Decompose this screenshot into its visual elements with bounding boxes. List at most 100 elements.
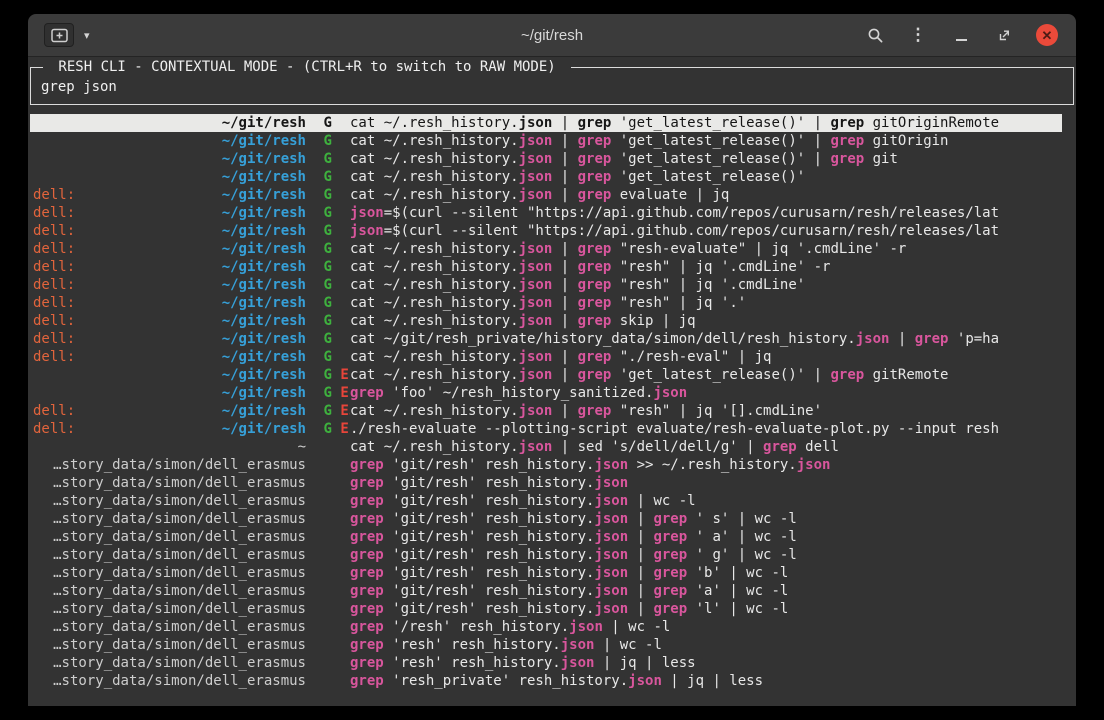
row-host: dell:: [33, 402, 75, 420]
query-match: json: [594, 601, 628, 617]
row-directory: ~/git/resh: [75, 204, 306, 222]
history-row[interactable]: …story_data/simon/dell_erasmus grep 'git…: [30, 510, 1062, 528]
row-flags: G: [306, 222, 350, 240]
history-row[interactable]: …story_data/simon/dell_erasmus grep 'git…: [30, 492, 1062, 510]
row-command: grep 'resh' resh_history.json | jq | les…: [350, 654, 1062, 672]
history-row[interactable]: dell:~/git/resh Gjson=$(curl --silent "h…: [30, 204, 1062, 222]
query-match: json: [519, 277, 553, 293]
history-row[interactable]: …story_data/simon/dell_erasmus grep 'git…: [30, 564, 1062, 582]
exit-status-flag: E1: [340, 385, 350, 401]
row-flags: [306, 654, 350, 672]
row-command: cat ~/.resh_history.json | grep "resh" |…: [350, 276, 1062, 294]
history-row[interactable]: dell:~/git/resh Gcat ~/git/resh_private/…: [30, 330, 1062, 348]
history-row[interactable]: …story_data/simon/dell_erasmus grep 'res…: [30, 636, 1062, 654]
query-match: json: [519, 313, 553, 329]
terminal-window: ▾ ~/git/resh ⋮: [28, 14, 1076, 706]
history-row[interactable]: ~/git/resh Gcat ~/.resh_history.json | g…: [30, 150, 1062, 168]
history-row[interactable]: …story_data/simon/dell_erasmus grep 'git…: [30, 546, 1062, 564]
row-host: dell:: [33, 222, 75, 240]
history-row[interactable]: dell:~/git/resh Gcat ~/.resh_history.jso…: [30, 294, 1062, 312]
history-row[interactable]: …story_data/simon/dell_erasmus grep 'git…: [30, 474, 1062, 492]
row-directory: ~/git/resh: [75, 240, 306, 258]
row-command: cat ~/.resh_history.json | grep evaluate…: [350, 186, 1062, 204]
close-button[interactable]: ✕: [1036, 24, 1058, 46]
new-tab-dropdown-caret[interactable]: ▾: [80, 27, 94, 44]
row-flags: [306, 438, 350, 456]
query-match: json: [594, 565, 628, 581]
terminal-content[interactable]: RESH CLI - CONTEXTUAL MODE - (CTRL+R to …: [28, 57, 1076, 706]
query-match: json: [797, 457, 831, 473]
row-host: dell:: [33, 186, 75, 204]
history-row[interactable]: dell:~/git/resh Gcat ~/.resh_history.jso…: [30, 186, 1062, 204]
search-button[interactable]: [864, 24, 886, 46]
git-flag: G: [323, 241, 331, 257]
search-panel: RESH CLI - CONTEXTUAL MODE - (CTRL+R to …: [30, 67, 1074, 105]
history-row-selected[interactable]: ~/git/resh Gcat ~/.resh_history.json | g…: [30, 114, 1062, 132]
history-row[interactable]: …story_data/simon/dell_erasmus grep 'res…: [30, 672, 1062, 690]
row-command: grep 'git/resh' resh_history.json: [350, 474, 1062, 492]
row-flags: [306, 492, 350, 510]
git-flag: G: [323, 205, 331, 221]
query-match: grep: [350, 493, 384, 509]
row-command: json=$(curl --silent "https://api.github…: [350, 222, 1062, 240]
row-command: grep 'resh_private' resh_history.json | …: [350, 672, 1062, 690]
row-command: cat ~/.resh_history.json | grep skip | j…: [350, 312, 1062, 330]
history-row[interactable]: …story_data/simon/dell_erasmus grep 'res…: [30, 654, 1062, 672]
history-row[interactable]: ~/git/resh G E1grep 'foo' ~/resh_history…: [30, 384, 1062, 402]
query-match: grep: [578, 313, 612, 329]
query-match: grep: [578, 187, 612, 203]
history-row[interactable]: dell:~/git/resh Gcat ~/.resh_history.jso…: [30, 240, 1062, 258]
history-row[interactable]: …story_data/simon/dell_erasmus grep 'git…: [30, 528, 1062, 546]
query-match: grep: [350, 583, 384, 599]
query-match: json: [594, 583, 628, 599]
row-flags: [306, 582, 350, 600]
history-row[interactable]: dell:~/git/resh Gcat ~/.resh_history.jso…: [30, 276, 1062, 294]
history-row[interactable]: ~/git/resh Gcat ~/.resh_history.json | g…: [30, 132, 1062, 150]
query-match: grep: [578, 241, 612, 257]
menu-button[interactable]: ⋮: [907, 24, 929, 46]
new-tab-button[interactable]: [44, 23, 74, 47]
query-match: json: [350, 205, 384, 221]
row-host: dell:: [33, 330, 75, 348]
row-directory: ~/git/resh: [75, 330, 306, 348]
query-match: grep: [653, 565, 687, 581]
query-match: grep: [350, 385, 384, 401]
screen: ▾ ~/git/resh ⋮: [0, 0, 1104, 720]
history-row[interactable]: dell:~/git/resh Gcat ~/.resh_history.jso…: [30, 312, 1062, 330]
query-match: json: [519, 115, 553, 131]
row-command: cat ~/git/resh_private/history_data/simo…: [350, 330, 1062, 348]
query-match: grep: [350, 547, 384, 563]
query-match: json: [653, 385, 687, 401]
history-row[interactable]: dell:~/git/resh Gcat ~/.resh_history.jso…: [30, 348, 1062, 366]
row-directory: …story_data/simon/dell_erasmus: [33, 564, 306, 582]
history-row[interactable]: dell:~/git/resh G E1./resh-evaluate --pl…: [30, 420, 1062, 438]
history-row[interactable]: dell:~/git/resh G E5cat ~/.resh_history.…: [30, 402, 1062, 420]
titlebar[interactable]: ▾ ~/git/resh ⋮: [28, 14, 1076, 57]
query-match: grep: [653, 601, 687, 617]
row-command: grep 'foo' ~/resh_history_sanitized.json: [350, 384, 1062, 402]
history-row[interactable]: dell:~/git/resh Gjson=$(curl --silent "h…: [30, 222, 1062, 240]
history-row[interactable]: ~ cat ~/.resh_history.json | sed 's/dell…: [30, 438, 1062, 456]
minimize-button[interactable]: [950, 24, 972, 46]
history-row[interactable]: …story_data/simon/dell_erasmus grep 'git…: [30, 600, 1062, 618]
exit-status-flag: E1: [340, 367, 350, 383]
query-match: json: [519, 241, 553, 257]
row-host: dell:: [33, 204, 75, 222]
history-row[interactable]: …story_data/simon/dell_erasmus grep 'git…: [30, 456, 1062, 474]
row-command: grep 'git/resh' resh_history.json | grep…: [350, 528, 1062, 546]
restore-button[interactable]: [993, 24, 1015, 46]
query-match: grep: [350, 637, 384, 653]
row-flags: [306, 546, 350, 564]
query-match: json: [519, 187, 553, 203]
row-host: dell:: [33, 348, 75, 366]
history-row[interactable]: …story_data/simon/dell_erasmus grep 'git…: [30, 582, 1062, 600]
history-row[interactable]: ~/git/resh Gcat ~/.resh_history.json | g…: [30, 168, 1062, 186]
history-row[interactable]: ~/git/resh G E1cat ~/.resh_history.json …: [30, 366, 1062, 384]
row-directory: …story_data/simon/dell_erasmus: [33, 618, 306, 636]
search-query-input[interactable]: grep json: [41, 79, 1065, 95]
row-flags: G: [306, 294, 350, 312]
history-row[interactable]: …story_data/simon/dell_erasmus grep '/re…: [30, 618, 1062, 636]
row-flags: G E1: [306, 420, 350, 438]
query-match: grep: [578, 349, 612, 365]
history-row[interactable]: dell:~/git/resh Gcat ~/.resh_history.jso…: [30, 258, 1062, 276]
